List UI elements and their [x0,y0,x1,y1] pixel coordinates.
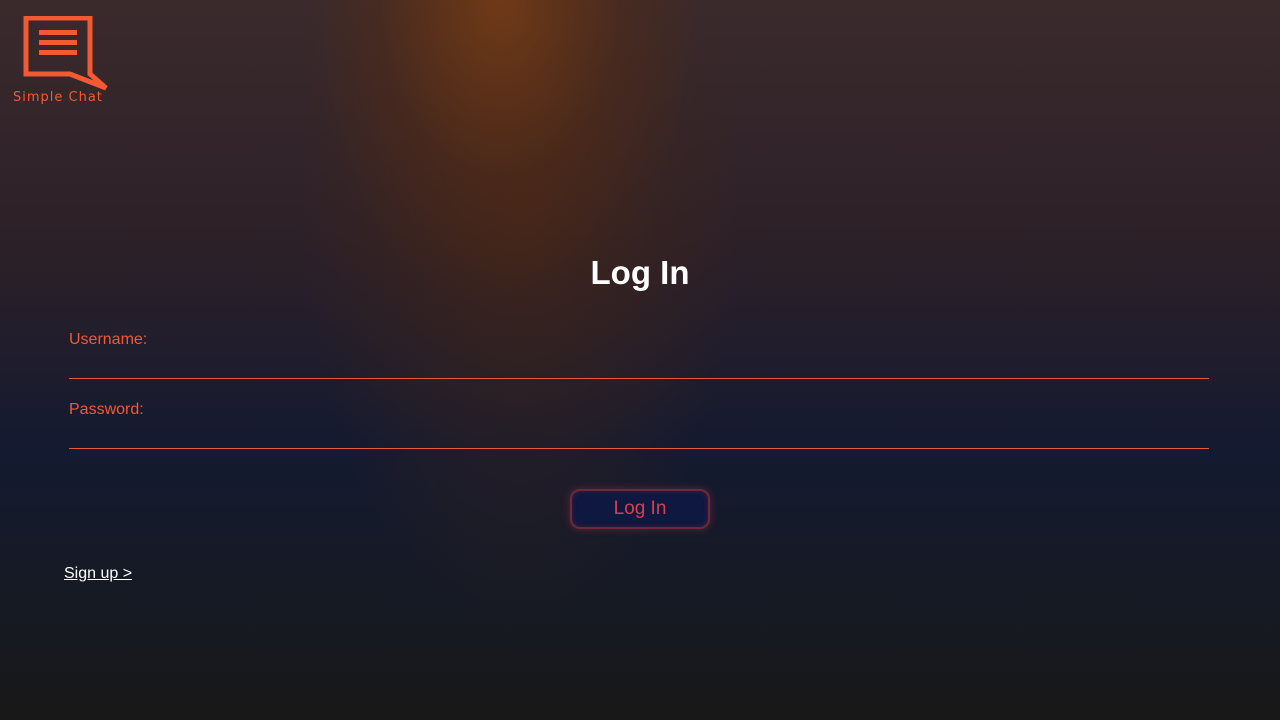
login-button[interactable]: Log In [570,489,710,529]
app-logo[interactable]: Simple Chat [10,14,120,110]
username-input[interactable] [69,353,1209,379]
password-label: Password: [69,401,144,418]
logo-text: Simple Chat [13,90,103,105]
password-input[interactable] [69,423,1209,449]
password-field-group: Password: [69,401,1209,449]
username-label: Username: [69,331,148,348]
signup-link[interactable]: Sign up > [64,565,132,583]
username-field-group: Username: [69,331,1209,379]
page-title: Log In [590,254,690,291]
chat-bubble-icon [23,16,108,91]
